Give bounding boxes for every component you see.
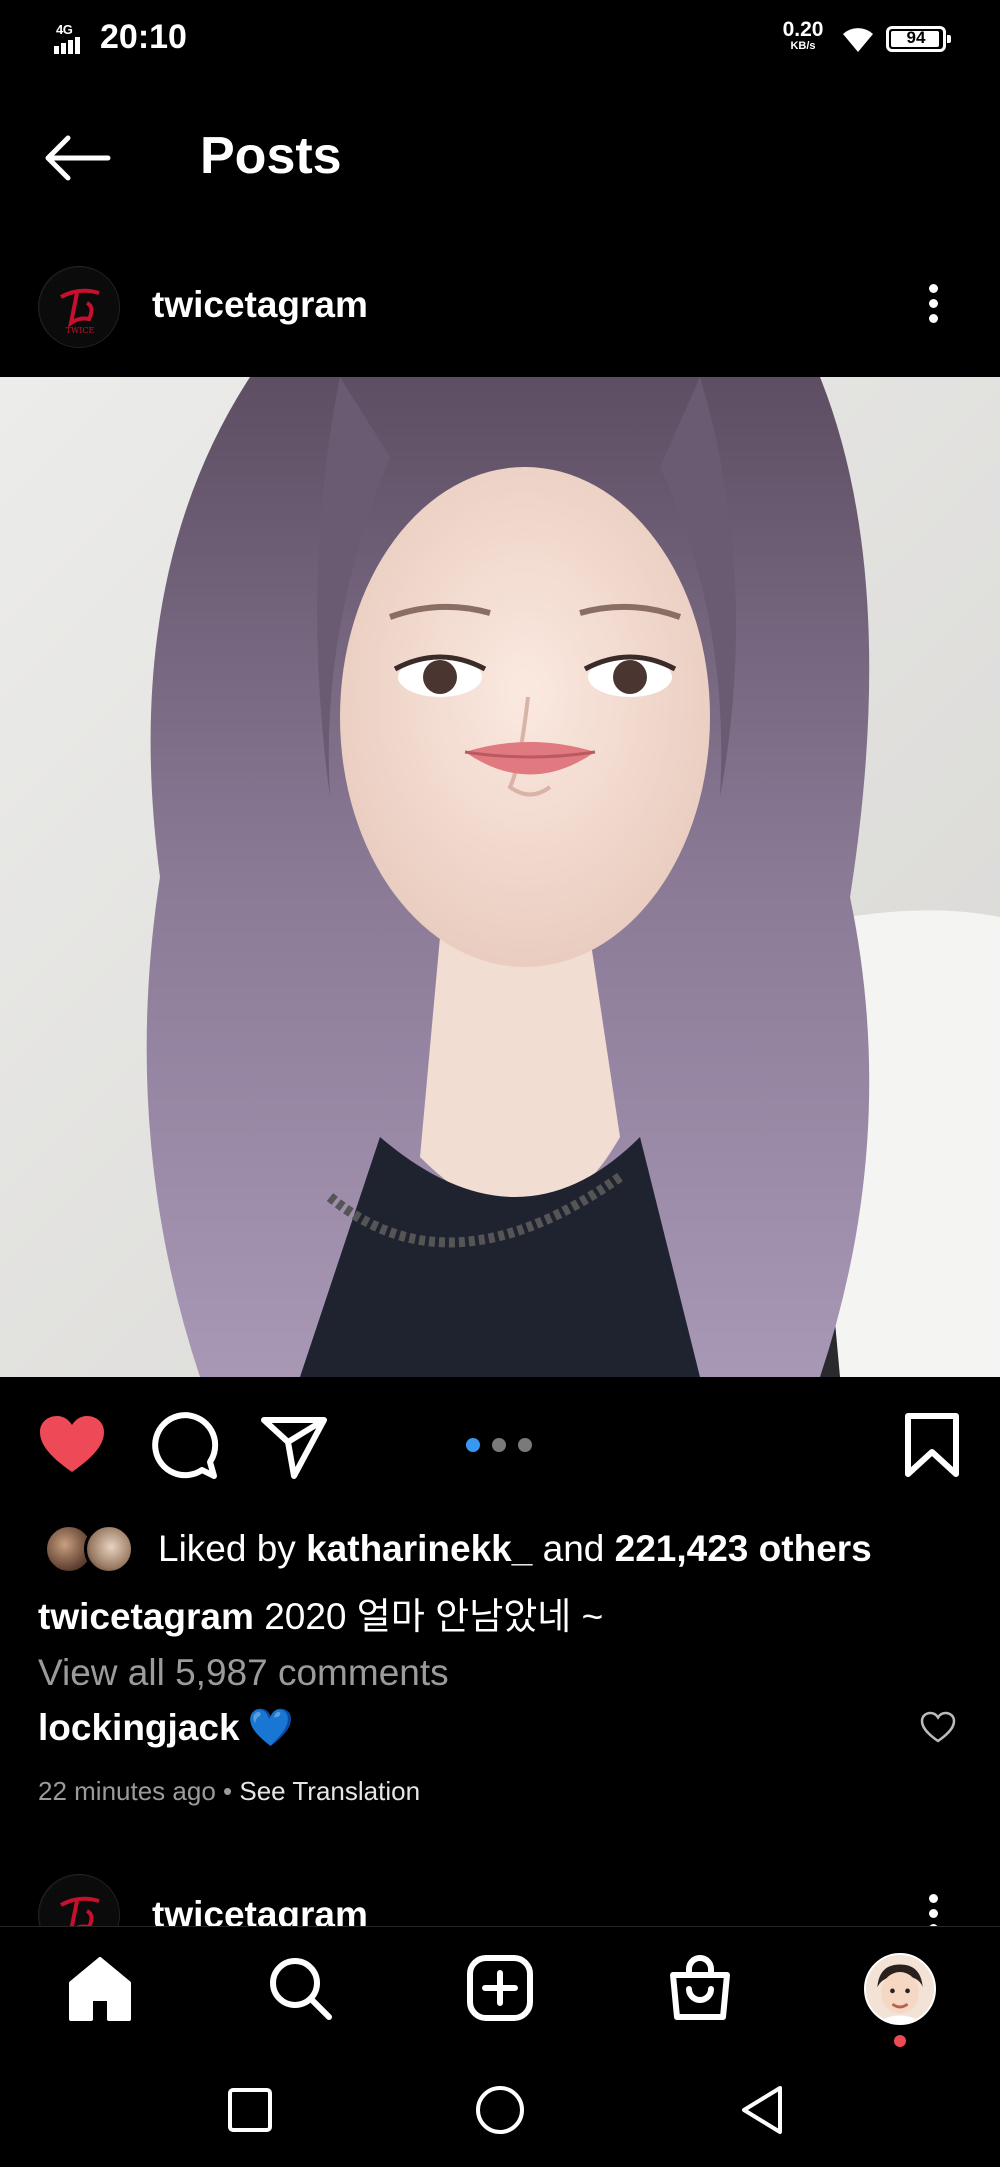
profile-photo bbox=[866, 1955, 934, 2023]
view-all-comments-link[interactable]: View all 5,987 comments bbox=[38, 1652, 449, 1694]
comment-text: 💙 bbox=[247, 1706, 294, 1749]
svg-text:TWICE: TWICE bbox=[66, 326, 95, 335]
twice-logo-avatar[interactable] bbox=[38, 1874, 120, 1928]
likes-row[interactable]: Liked by katharinekk_ and 221,423 others bbox=[0, 1518, 1000, 1578]
more-options-icon[interactable] bbox=[918, 280, 948, 330]
likes-prefix: Liked by bbox=[158, 1528, 307, 1569]
shop-icon[interactable] bbox=[665, 1953, 735, 2023]
more-options-icon[interactable] bbox=[918, 1890, 948, 1928]
cellular-signal-icon: 4G bbox=[54, 22, 90, 54]
network-speed-unit: KB/s bbox=[790, 40, 816, 52]
post-timestamp: 22 minutes ago bbox=[38, 1776, 216, 1806]
portrait-photo bbox=[0, 377, 1000, 1377]
twice-logo-avatar[interactable]: TWICE bbox=[38, 266, 120, 348]
post-meta: 22 minutes ago • See Translation bbox=[38, 1776, 420, 1807]
notification-dot bbox=[894, 2035, 906, 2047]
carousel-dot bbox=[518, 1438, 532, 1452]
wifi-icon bbox=[843, 28, 873, 52]
recent-apps-icon[interactable] bbox=[222, 2082, 278, 2138]
twice-logo-icon bbox=[40, 1876, 119, 1928]
profile-avatar[interactable] bbox=[864, 1953, 936, 2025]
liker-avatar bbox=[84, 1524, 134, 1574]
post-image[interactable] bbox=[0, 377, 1000, 1377]
likes-and: and bbox=[532, 1528, 615, 1569]
home-icon[interactable] bbox=[65, 1953, 135, 2023]
caption-username[interactable]: twicetagram bbox=[38, 1596, 254, 1637]
meta-separator: • bbox=[215, 1776, 240, 1806]
liked-by-username[interactable]: katharinekk_ bbox=[306, 1528, 532, 1569]
see-translation-link[interactable]: See Translation bbox=[239, 1776, 420, 1806]
back-triangle-icon[interactable] bbox=[734, 2082, 790, 2138]
search-icon[interactable] bbox=[265, 1953, 335, 2023]
heart-icon-liked[interactable] bbox=[36, 1410, 108, 1482]
post-caption: twicetagram 2020 얼마 안남았네 ~ bbox=[38, 1586, 968, 1640]
post-header: TWICE twicetagram bbox=[0, 258, 1000, 354]
post-username[interactable]: twicetagram bbox=[152, 284, 368, 326]
battery-level: 94 bbox=[906, 28, 926, 47]
bookmark-icon[interactable] bbox=[896, 1410, 968, 1482]
status-bar: 4G 20:10 0.20 KB/s 94 bbox=[0, 0, 1000, 80]
network-speed: 0.20 KB/s bbox=[778, 18, 828, 52]
status-time: 20:10 bbox=[100, 18, 187, 56]
network-speed-value: 0.20 bbox=[782, 18, 824, 41]
share-icon[interactable] bbox=[258, 1410, 330, 1482]
page-title: Posts bbox=[200, 127, 342, 185]
system-navigation-bar bbox=[0, 2052, 1000, 2167]
likes-summary[interactable]: Liked by katharinekk_ and 221,423 others bbox=[158, 1528, 872, 1570]
post-actions bbox=[0, 1400, 1000, 1490]
app-header: Posts bbox=[0, 110, 1000, 200]
network-type: 4G bbox=[56, 22, 73, 37]
twice-logo-icon: TWICE bbox=[40, 268, 119, 347]
home-circle-icon[interactable] bbox=[472, 2082, 528, 2138]
next-post-header: twicetagram bbox=[0, 1868, 1000, 1928]
carousel-dot-active bbox=[466, 1438, 480, 1452]
battery-icon: 94 bbox=[886, 26, 951, 52]
comment-preview: lockingjack 💙 bbox=[38, 1706, 294, 1750]
likes-count[interactable]: 221,423 others bbox=[615, 1528, 872, 1569]
bottom-navigation bbox=[0, 1926, 1000, 2052]
comment-icon[interactable] bbox=[148, 1410, 220, 1482]
carousel-indicator bbox=[466, 1438, 532, 1452]
arrow-left-icon[interactable] bbox=[38, 130, 118, 186]
add-post-icon[interactable] bbox=[465, 1953, 535, 2023]
heart-outline-icon[interactable] bbox=[920, 1710, 956, 1746]
caption-text: 2020 얼마 안남았네 ~ bbox=[253, 1596, 604, 1637]
comment-username[interactable]: lockingjack bbox=[38, 1707, 240, 1749]
carousel-dot bbox=[492, 1438, 506, 1452]
next-post-username[interactable]: twicetagram bbox=[152, 1894, 368, 1928]
